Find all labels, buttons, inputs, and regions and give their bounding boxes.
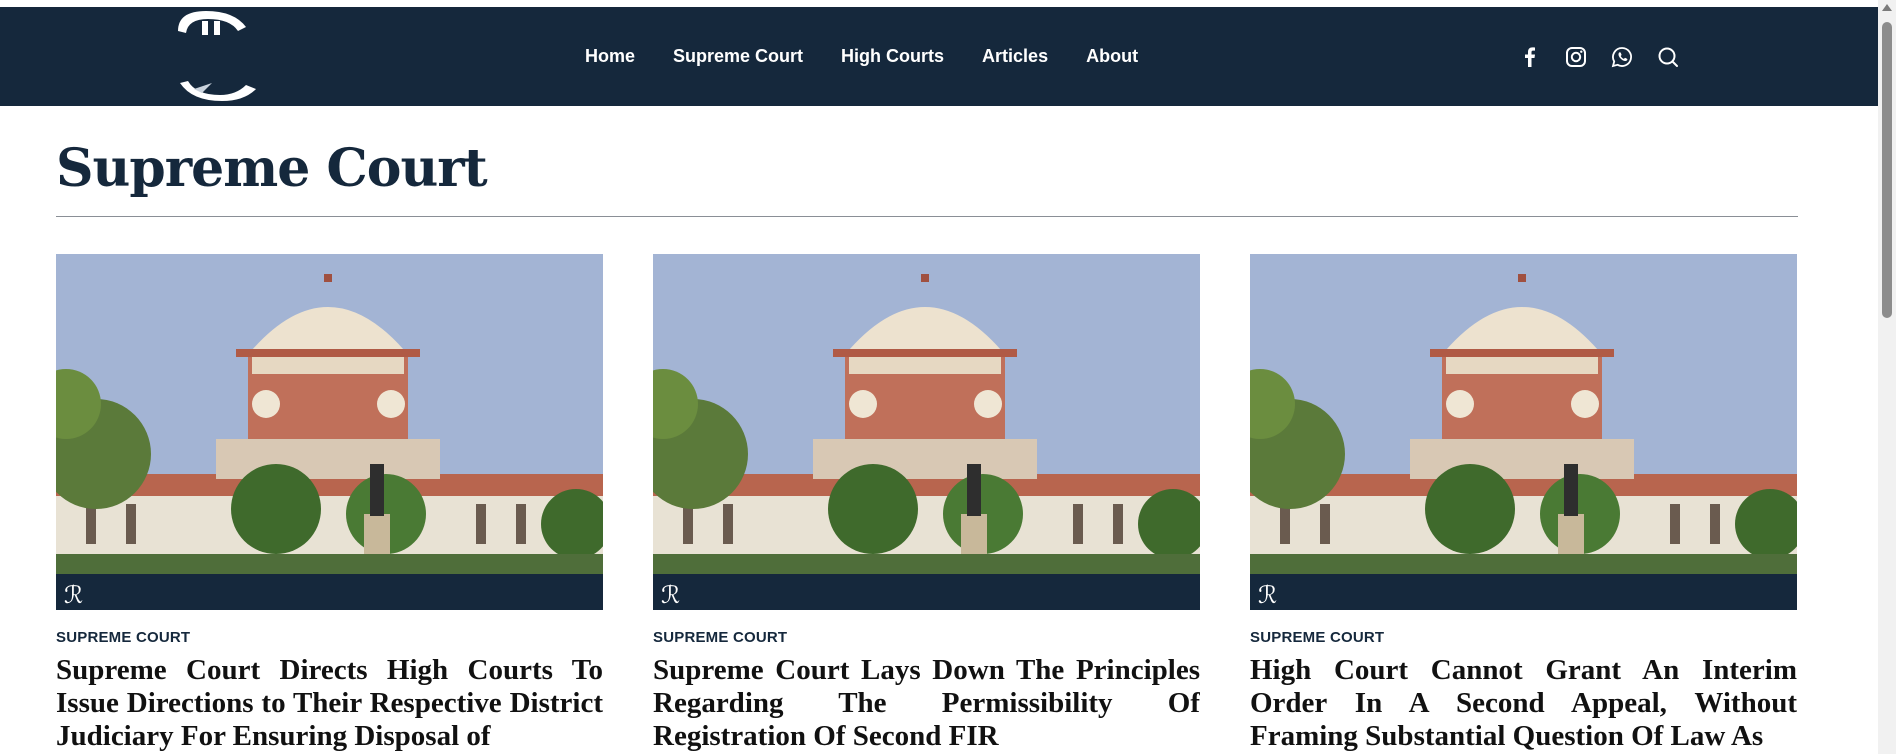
- article-card: ℛ SUPREME COURT Supreme Court Directs Hi…: [56, 254, 603, 754]
- supreme-court-building-image: ℛ: [56, 254, 603, 610]
- nav-articles[interactable]: Articles: [982, 46, 1048, 67]
- site-header: Home Supreme Court High Courts Articles …: [0, 7, 1878, 106]
- search-icon[interactable]: [1655, 44, 1681, 70]
- svg-text:ℛ: ℛ: [64, 581, 83, 609]
- page-title: Supreme Court: [56, 138, 488, 199]
- article-category[interactable]: SUPREME COURT: [56, 629, 603, 646]
- nav-about[interactable]: About: [1086, 46, 1138, 67]
- article-thumbnail[interactable]: ℛ: [653, 254, 1200, 610]
- nav-high-courts[interactable]: High Courts: [841, 46, 944, 67]
- svg-text:ℛ: ℛ: [661, 581, 680, 609]
- site-logo[interactable]: [172, 9, 262, 104]
- article-thumbnail[interactable]: ℛ: [56, 254, 603, 610]
- scrollbar-thumb[interactable]: [1882, 22, 1892, 318]
- nav-supreme-court[interactable]: Supreme Court: [673, 46, 803, 67]
- facebook-icon[interactable]: [1517, 44, 1543, 70]
- top-strip: [0, 0, 1878, 7]
- logo-mark-icon: [178, 11, 256, 101]
- article-headline[interactable]: Supreme Court Directs High Courts To Iss…: [56, 654, 603, 754]
- supreme-court-building-image: ℛ: [1250, 254, 1797, 610]
- social-links: [1517, 7, 1701, 106]
- scroll-up-arrow-icon[interactable]: [1882, 4, 1892, 11]
- main-nav: Home Supreme Court High Courts Articles …: [585, 7, 1176, 106]
- article-card: ℛ SUPREME COURT High Court Cannot Grant …: [1250, 254, 1797, 754]
- instagram-icon[interactable]: [1563, 44, 1589, 70]
- page-scrollbar[interactable]: [1878, 0, 1896, 754]
- article-thumbnail[interactable]: ℛ: [1250, 254, 1797, 610]
- supreme-court-building-image: ℛ: [653, 254, 1200, 610]
- nav-home[interactable]: Home: [585, 46, 635, 67]
- svg-text:ℛ: ℛ: [1258, 581, 1277, 609]
- article-card: ℛ SUPREME COURT Supreme Court Lays Down …: [653, 254, 1200, 754]
- article-headline[interactable]: Supreme Court Lays Down The Principles R…: [653, 654, 1200, 754]
- article-headline[interactable]: High Court Cannot Grant An Interim Order…: [1250, 654, 1797, 754]
- article-category[interactable]: SUPREME COURT: [1250, 629, 1797, 646]
- article-category[interactable]: SUPREME COURT: [653, 629, 1200, 646]
- whatsapp-icon[interactable]: [1609, 44, 1635, 70]
- title-divider: [56, 216, 1798, 217]
